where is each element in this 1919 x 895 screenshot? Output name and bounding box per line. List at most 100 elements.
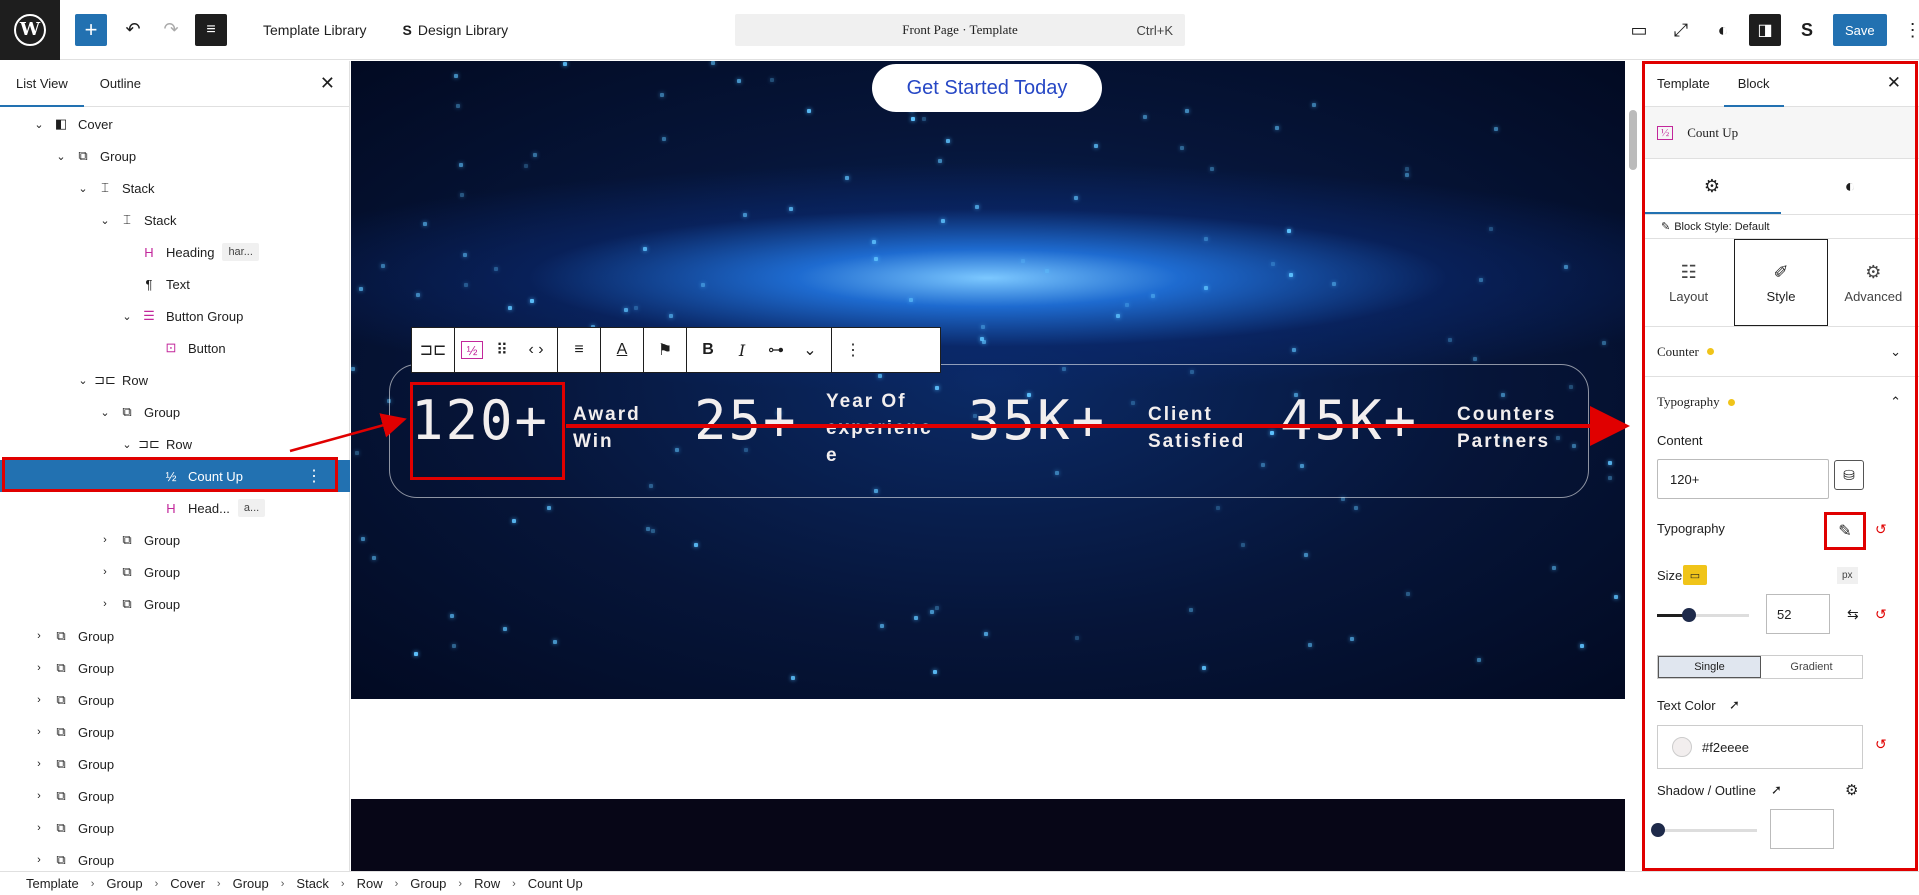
breadcrumb-item[interactable]: Template [26,876,79,891]
chevron-down-icon[interactable]: ⌄ [120,438,134,451]
chevron-down-icon[interactable]: ⌄ [120,310,134,323]
tree-row-group[interactable]: › ⧉ Group [0,716,350,748]
desktop-preview-icon[interactable]: ▭ [1623,14,1655,46]
chevron-down-icon[interactable]: ⌄ [76,182,90,195]
wordpress-logo[interactable]: W [0,0,60,60]
desktop-device-icon[interactable]: ▭ [1683,565,1707,585]
chevron-right-icon[interactable]: › [98,534,112,546]
gradient-color-option[interactable]: Gradient [1761,656,1862,678]
redo-button[interactable]: ↷ [155,14,187,46]
typography-edit-button[interactable]: ✎ [1824,512,1866,550]
breadcrumb-item[interactable]: Row [474,876,500,891]
count-up-block-icon[interactable]: ½ [461,341,483,359]
canvas-scrollbar[interactable] [1627,61,1641,871]
tree-row-group[interactable]: ⌄ ⧉ Group [0,396,350,428]
typography-section[interactable]: Typography ⌃ [1643,377,1919,427]
tree-row-group[interactable]: › ⧉ Group [0,556,350,588]
canvas-scrollbar-thumb[interactable] [1629,110,1637,170]
tree-row-group[interactable]: ⌄ ⧉ Group [0,140,350,172]
template-library-link[interactable]: Template Library [263,22,367,38]
tree-row-button[interactable]: ⊡ Button [0,332,350,364]
highlight-icon[interactable]: ⚑ [650,335,680,365]
chevron-right-icon[interactable]: › [32,694,46,706]
block-style-selector[interactable]: ✎ Block Style: Default [1643,215,1919,239]
chevron-down-icon[interactable]: ⌄ [76,374,90,387]
text-color-icon[interactable]: A [607,335,637,365]
size-input[interactable]: 52 [1766,594,1830,634]
chevron-right-icon[interactable]: › [32,790,46,802]
chevron-down-icon[interactable]: ⌄ [795,335,825,365]
reset-icon[interactable]: ↺ [1875,736,1887,753]
tree-row-stack[interactable]: ⌄ ⌶ Stack [0,172,350,204]
size-slider-knob[interactable] [1682,608,1696,622]
chevron-right-icon[interactable]: › [32,854,46,866]
content-input[interactable]: 120+ [1657,459,1829,499]
tree-row-group[interactable]: › ⧉ Group [0,684,350,716]
document-overview-button[interactable]: ≡ [195,13,227,46]
tree-row-count-up[interactable]: ½ Count Up ⋮ [0,460,350,492]
tree-row-cover[interactable]: ⌄ ◧ Cover [0,108,350,140]
breadcrumb-item[interactable]: Stack [296,876,329,891]
italic-icon[interactable]: I [727,335,757,365]
row-options-icon[interactable]: ⋮ [306,466,322,486]
tree-row-row[interactable]: ⌄ ⊐⊏ Row [0,364,350,396]
shadow-slider-track[interactable] [1657,829,1757,832]
reset-icon[interactable]: ↺ [1875,606,1887,623]
editor-canvas[interactable]: Get Started Today 120+ Award Win 25+ Year… [351,61,1625,871]
breadcrumb-item[interactable]: Group [233,876,269,891]
breadcrumb-item[interactable]: Row [357,876,383,891]
parent-row-icon[interactable]: ⊐⊏ [418,335,448,365]
move-arrows-icon[interactable]: ‹ › [521,335,551,365]
link-icon[interactable]: ⊶ [761,335,791,365]
gear-icon[interactable]: ⚙ [1643,159,1781,214]
counter-number-4[interactable]: 45K+ [1280,389,1418,452]
size-unit[interactable]: px [1837,567,1858,584]
tab-block[interactable]: Block [1724,61,1784,107]
counter-number-2[interactable]: 25+ [694,389,798,452]
bold-icon[interactable]: B [693,335,723,365]
tree-row-group[interactable]: › ⧉ Group [0,620,350,652]
tree-row-text[interactable]: ¶ Text [0,268,350,300]
chevron-right-icon[interactable]: › [32,630,46,642]
tree-row-row[interactable]: ⌄ ⊐⊏ Row [0,428,350,460]
add-block-button[interactable]: + [75,13,107,46]
tab-template[interactable]: Template [1643,61,1724,107]
chevron-right-icon[interactable]: › [32,822,46,834]
close-icon[interactable]: ✕ [1887,73,1901,93]
chevron-down-icon[interactable]: ⌄ [98,406,112,419]
settings-sidebar-button[interactable]: ◨ [1749,14,1781,46]
tab-layout[interactable]: ☷ Layout [1643,239,1734,326]
sliders-icon[interactable]: ⇆ [1847,606,1859,623]
tree-row-head-[interactable]: H Head... a... [0,492,350,524]
shadow-value-input[interactable] [1770,809,1834,849]
tab-style[interactable]: ✐ Style [1734,239,1828,326]
contrast-icon[interactable]: ◐ [1707,14,1739,46]
tree-row-group[interactable]: › ⧉ Group [0,652,350,684]
breadcrumb-item[interactable]: Group [106,876,142,891]
tree-row-group[interactable]: › ⧉ Group [0,812,350,844]
chevron-down-icon[interactable]: ⌄ [98,214,112,227]
close-icon[interactable]: ✕ [320,73,335,94]
tab-list-view[interactable]: List View [0,61,84,107]
options-icon[interactable]: ⋮ [838,335,868,365]
chevron-down-icon[interactable]: ⌄ [54,150,68,163]
gear-icon[interactable]: ⚙ [1845,781,1858,799]
breadcrumb-item[interactable]: Count Up [528,876,583,891]
command-palette[interactable]: Front Page · Template Ctrl+K [735,14,1185,46]
single-color-option[interactable]: Single [1658,656,1761,678]
breadcrumb-item[interactable]: Group [410,876,446,891]
chevron-right-icon[interactable]: › [32,662,46,674]
drag-handle-icon[interactable]: ⠿ [487,335,517,365]
chevron-right-icon[interactable]: › [32,726,46,738]
chevron-down-icon[interactable]: ⌄ [32,118,46,131]
dark-section-block[interactable] [351,799,1625,871]
design-library-link[interactable]: S Design Library [403,22,509,38]
shadow-slider-knob[interactable] [1651,823,1665,837]
chevron-right-icon[interactable]: › [32,758,46,770]
get-started-button[interactable]: Get Started Today [872,64,1102,112]
spectra-icon[interactable]: S [1791,14,1823,46]
counter-number-3[interactable]: 35K+ [968,389,1106,452]
tab-outline[interactable]: Outline [84,61,157,107]
tree-row-button-group[interactable]: ⌄ ☰ Button Group [0,300,350,332]
undo-button[interactable]: ↶ [117,14,149,46]
